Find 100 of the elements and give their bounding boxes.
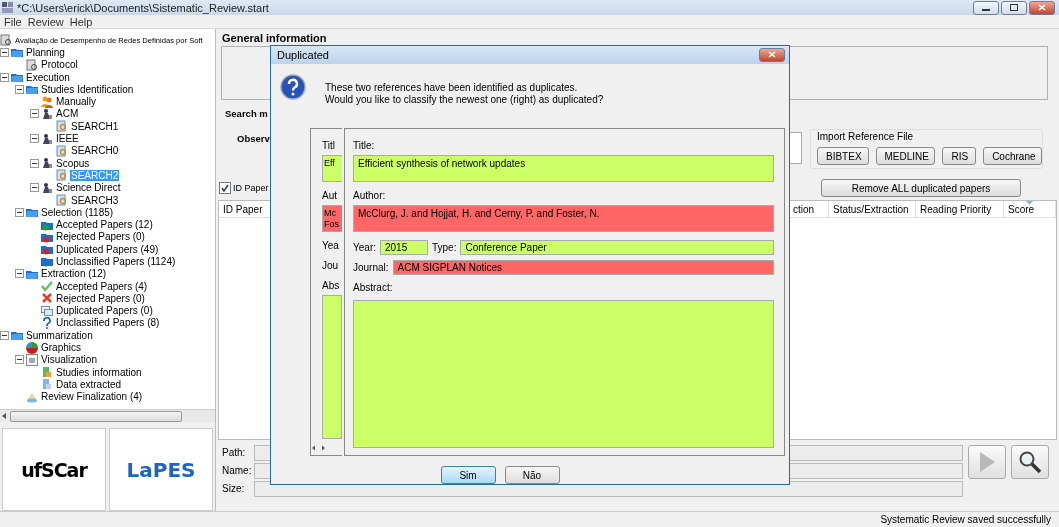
import-button[interactable]: Cochrane bbox=[983, 147, 1042, 165]
checkbox-label: ID Paper bbox=[233, 183, 269, 193]
field-label: Yea bbox=[322, 240, 340, 253]
field-label: Abs bbox=[322, 280, 341, 293]
reference-field: 2015 bbox=[380, 240, 428, 256]
collapse-icon[interactable] bbox=[15, 355, 24, 365]
tree-item[interactable]: Data extracted bbox=[55, 378, 123, 390]
tree-item[interactable]: Unclassified Papers (8) bbox=[55, 317, 161, 329]
field-label: Size: bbox=[222, 483, 246, 494]
tree-item[interactable]: SEARCH1 bbox=[70, 120, 120, 132]
tree-item[interactable]: Rejected Papers (0) bbox=[55, 292, 146, 304]
tree-item[interactable]: Graphics bbox=[40, 342, 82, 354]
close-button[interactable] bbox=[759, 47, 785, 62]
collapse-icon[interactable] bbox=[0, 47, 9, 57]
tree-item[interactable]: Science Direct bbox=[55, 182, 122, 194]
menu-item[interactable]: Help bbox=[69, 15, 93, 28]
tree-item[interactable]: IEEE bbox=[55, 133, 80, 144]
table-icon bbox=[41, 378, 53, 391]
field-label: Aut bbox=[322, 190, 338, 203]
field-label: Name: bbox=[222, 465, 250, 476]
arrow-left-icon bbox=[0, 412, 8, 420]
scroll-arrows-icon[interactable] bbox=[311, 445, 327, 451]
tree-item[interactable]: Summarization bbox=[25, 329, 94, 341]
import-button[interactable]: RIS bbox=[942, 147, 977, 165]
tree-item[interactable]: Review Finalization (4) bbox=[40, 391, 144, 403]
tree-item[interactable]: Duplicated Papers (0) bbox=[55, 305, 154, 317]
tree-item[interactable]: Studies information bbox=[55, 366, 143, 378]
field-label: Type: bbox=[432, 241, 457, 254]
collapse-icon[interactable] bbox=[15, 269, 24, 279]
folder-new-icon bbox=[41, 255, 53, 268]
collapse-icon[interactable] bbox=[30, 134, 39, 143]
collapse-icon[interactable] bbox=[30, 158, 39, 168]
section-title: General information bbox=[221, 31, 328, 44]
person-icon bbox=[41, 132, 53, 145]
tree-item[interactable]: Unclassified Papers (1124) bbox=[55, 256, 177, 267]
checkbox[interactable] bbox=[219, 182, 231, 194]
logo: ufSCar bbox=[21, 458, 87, 481]
tree-item[interactable]: Visualization bbox=[40, 354, 98, 366]
collapse-icon[interactable] bbox=[30, 109, 39, 119]
tree-item[interactable]: Manually bbox=[55, 96, 98, 108]
person-icon bbox=[41, 157, 53, 170]
tree-item[interactable]: Protocol bbox=[40, 59, 79, 71]
status-message: Systematic Review saved successfully bbox=[880, 514, 1051, 525]
import-button[interactable]: BIBTEX bbox=[817, 147, 869, 165]
folder-icon bbox=[26, 206, 38, 219]
collapse-icon[interactable] bbox=[30, 183, 39, 193]
tree-item[interactable]: Studies Identification bbox=[40, 83, 135, 95]
windows-icon bbox=[41, 304, 53, 317]
search-button[interactable] bbox=[1011, 445, 1049, 479]
tree-item[interactable]: Rejected Papers (0) bbox=[55, 231, 146, 243]
check-icon bbox=[41, 280, 53, 293]
close-icon bbox=[768, 51, 776, 59]
tree-item[interactable]: Accepted Papers (12) bbox=[55, 219, 154, 231]
person-icon bbox=[41, 181, 53, 194]
field-label: Jou bbox=[322, 260, 340, 273]
reference-field: McClurg, J. and Hojjat, H. and Cerny, P. and Foster, N. bbox=[353, 205, 774, 233]
close-button[interactable] bbox=[1029, 0, 1055, 15]
tree-item[interactable]: Extraction (12) bbox=[40, 268, 108, 280]
search-document-icon bbox=[56, 194, 68, 206]
tree-item[interactable]: Selection (1185) bbox=[40, 206, 115, 218]
tree-item[interactable]: Accepted Papers (4) bbox=[55, 280, 149, 292]
reference-field: Mc Fos bbox=[322, 205, 342, 233]
question-icon bbox=[280, 73, 306, 100]
maximize-icon bbox=[1010, 4, 1018, 11]
field-label: Title: bbox=[353, 140, 376, 153]
window-title: *C:\Users\erick\Documents\Sistematic_Review.start bbox=[17, 1, 270, 14]
folder-icon bbox=[11, 46, 23, 59]
field-label: Year: bbox=[353, 241, 376, 254]
tree-item[interactable]: ACM bbox=[55, 108, 80, 120]
search-document-icon bbox=[56, 144, 68, 157]
menu-item[interactable]: Review bbox=[27, 15, 64, 28]
collapse-icon[interactable] bbox=[0, 72, 9, 82]
folder-icon bbox=[26, 83, 38, 96]
play-icon bbox=[978, 451, 996, 473]
reference-field: ACM SIGPLAN Notices bbox=[392, 260, 774, 276]
field-label: Observ bbox=[236, 133, 271, 144]
dialog-title: Duplicated bbox=[277, 48, 329, 61]
logo: LaPES bbox=[126, 457, 196, 482]
collapse-icon[interactable] bbox=[0, 330, 9, 340]
field-label: Journal: bbox=[353, 261, 389, 274]
tree-item[interactable]: Execution bbox=[25, 71, 71, 83]
dialog-button[interactable]: Não bbox=[504, 466, 560, 484]
field-label: Search m bbox=[225, 108, 269, 119]
remove-duplicates-button[interactable]: Remove ALL duplicated papers bbox=[821, 179, 1021, 197]
field-label: Titl bbox=[322, 140, 336, 153]
tree-item[interactable]: SEARCH0 bbox=[70, 145, 120, 157]
tree-item[interactable]: Scopus bbox=[55, 157, 91, 169]
tree-item[interactable]: SEARCH3 bbox=[70, 194, 120, 206]
field-label: Path: bbox=[222, 447, 247, 458]
menu-item[interactable]: File bbox=[4, 15, 22, 28]
tree-item[interactable]: Duplicated Papers (49) bbox=[55, 243, 160, 255]
import-button[interactable]: MEDLINE bbox=[875, 147, 936, 165]
horizontal-scrollbar[interactable] bbox=[0, 409, 215, 422]
dialog-button[interactable]: Sim bbox=[440, 466, 496, 484]
collapse-icon[interactable] bbox=[15, 207, 24, 217]
collapse-icon[interactable] bbox=[15, 84, 24, 94]
maximize-button[interactable] bbox=[1001, 0, 1027, 15]
pie-chart-icon bbox=[26, 341, 38, 354]
tree-item[interactable]: Planning bbox=[25, 46, 66, 58]
minimize-button[interactable] bbox=[973, 0, 999, 15]
